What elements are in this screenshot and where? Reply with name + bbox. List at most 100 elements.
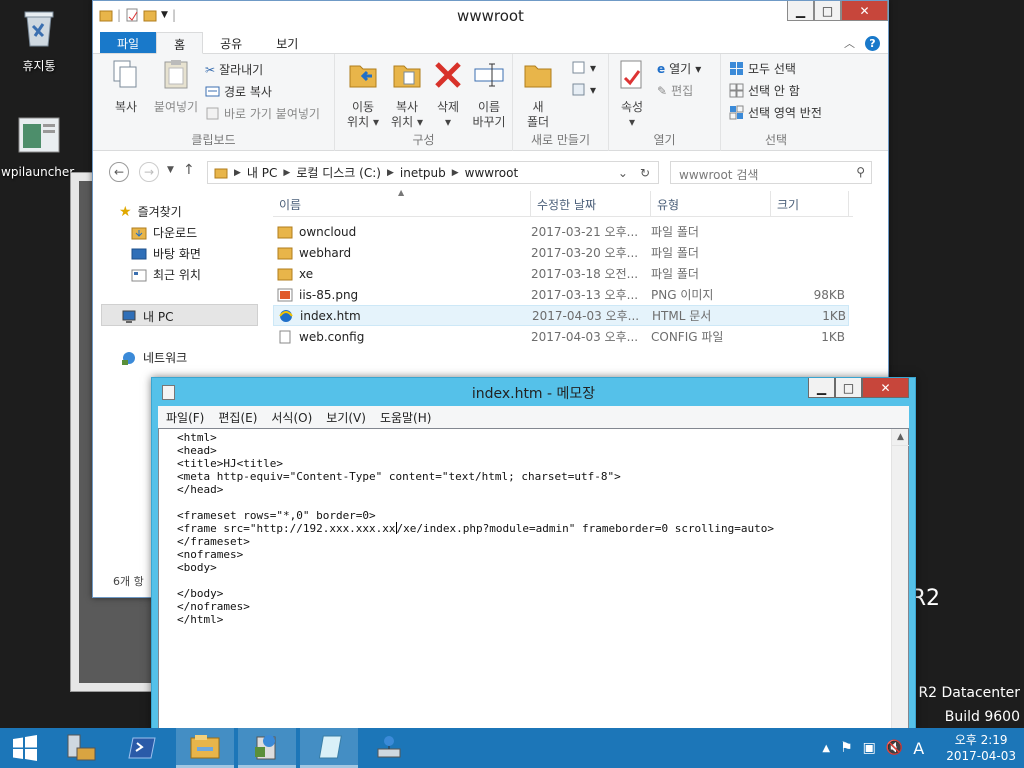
copy-button[interactable]: 복사 <box>103 58 149 115</box>
start-button[interactable] <box>0 728 50 768</box>
taskbar: ▲ ⚑ ▣ 🔇 A 오후 2:19 2017-04-03 <box>0 728 1024 768</box>
table-row[interactable]: owncloud 2017-03-21 오후... 파일 폴더 <box>273 221 849 242</box>
menu-file[interactable]: 파일(F) <box>166 409 204 425</box>
group-label: 열기 <box>653 133 676 147</box>
file-date: 2017-03-13 오후... <box>531 288 639 302</box>
taskbar-notepad[interactable] <box>300 728 358 768</box>
menu-help[interactable]: 도움말(H) <box>380 409 432 425</box>
breadcrumb-wwwroot[interactable]: wwwroot <box>465 166 519 180</box>
file-type: CONFIG 파일 <box>651 330 724 344</box>
taskbar-network-app[interactable] <box>360 728 418 768</box>
menu-view[interactable]: 보기(V) <box>326 409 366 425</box>
select-none-button[interactable]: 선택 안 함 <box>729 82 800 99</box>
forward-button[interactable]: → <box>139 162 159 182</box>
copy-path-button[interactable]: 경로 복사 <box>205 83 272 100</box>
open-button[interactable]: e 열기 ▾ <box>657 60 701 77</box>
column-name[interactable]: 이름 ▲ <box>273 188 531 216</box>
breadcrumb-local-disk[interactable]: 로컬 디스크 (C:) <box>296 164 381 181</box>
system-tray: ▲ ⚑ ▣ 🔇 A 오후 2:19 2017-04-03 <box>822 728 1024 768</box>
invert-selection-button[interactable]: 선택 영역 반전 <box>729 104 822 121</box>
paste-shortcut-button[interactable]: 바로 가기 붙여넣기 <box>205 105 320 122</box>
tab-share[interactable]: 공유 <box>203 32 259 53</box>
delete-button[interactable]: 삭제 ▾ <box>431 58 465 130</box>
select-all-icon <box>730 62 743 75</box>
explorer-title-bar[interactable]: | ▼ | wwwroot ▁ □ ✕ <box>93 1 888 32</box>
file-name: xe <box>299 266 314 281</box>
recent-locations-button[interactable]: ▼ <box>167 165 174 175</box>
table-row[interactable]: web.config 2017-04-03 오후... CONFIG 파일 1KB <box>273 326 849 347</box>
nav-downloads[interactable]: 다운로드 <box>131 224 197 241</box>
recycle-bin-icon <box>24 11 54 47</box>
chevron-down-icon[interactable]: ⌄ <box>618 166 628 180</box>
up-button[interactable]: ↑ <box>183 162 195 178</box>
collapse-ribbon-icon[interactable]: ︿ <box>844 35 855 51</box>
taskbar-powershell[interactable] <box>114 728 172 768</box>
ime-indicator[interactable]: A <box>913 739 924 758</box>
maximize-button[interactable]: □ <box>835 378 862 398</box>
maximize-button[interactable]: □ <box>814 1 841 21</box>
notepad-title-bar[interactable]: index.htm - 메모장 ▁ □ ✕ <box>152 378 915 406</box>
scissors-icon: ✂ <box>205 62 216 77</box>
notepad-text-area[interactable]: <html> <head> <title>HJ<title> <meta htt… <box>158 428 909 729</box>
help-icon[interactable]: ? <box>865 35 880 51</box>
nav-this-pc[interactable]: 내 PC <box>121 308 173 325</box>
desktop-icon-recycle-bin[interactable]: 휴지통 <box>0 6 78 74</box>
edit-button[interactable]: ✎ 편집 <box>657 82 693 99</box>
copy-to-button[interactable]: 복사 위치 ▾ <box>387 58 427 130</box>
close-button[interactable]: ✕ <box>862 378 909 398</box>
network-status-icon[interactable]: ▣ <box>863 740 876 756</box>
volume-muted-icon[interactable]: 🔇 <box>886 740 903 756</box>
move-to-button[interactable]: 이동 위치 ▾ <box>343 58 383 130</box>
table-row[interactable]: webhard 2017-03-20 오후... 파일 폴더 <box>273 242 849 263</box>
windows-logo-icon <box>13 735 37 761</box>
properties-button[interactable]: 속성 ▾ <box>615 58 649 130</box>
nav-network[interactable]: 네트워크 <box>121 349 187 366</box>
taskbar-server-manager[interactable] <box>52 728 110 768</box>
menu-format[interactable]: 서식(O) <box>271 409 312 425</box>
taskbar-file-explorer[interactable] <box>176 728 234 768</box>
back-button[interactable]: ← <box>109 162 129 182</box>
scroll-up-icon[interactable]: ▲ <box>892 429 909 446</box>
easy-access-icon <box>572 83 585 96</box>
tab-view[interactable]: 보기 <box>259 32 315 53</box>
group-label: 새로 만들기 <box>530 133 590 147</box>
taskbar-clock[interactable]: 오후 2:19 2017-04-03 <box>946 732 1016 764</box>
breadcrumb-inetpub[interactable]: inetpub <box>400 166 446 180</box>
tab-file[interactable]: 파일 <box>100 32 157 53</box>
folder-icon <box>277 268 293 280</box>
table-row[interactable]: index.htm 2017-04-03 오후... HTML 문서 1KB <box>273 305 849 326</box>
desktop-icon-wpilauncher[interactable]: wpilauncher. <box>0 114 78 179</box>
nav-favorites[interactable]: ★ 즐겨찾기 <box>119 203 182 220</box>
breadcrumb-this-pc[interactable]: 내 PC <box>247 164 277 181</box>
cut-button[interactable]: ✂ 잘라내기 <box>205 61 263 78</box>
tab-home[interactable]: 홈 <box>156 32 204 54</box>
minimize-button[interactable]: ▁ <box>808 378 835 398</box>
new-folder-button[interactable]: 새 폴더 <box>521 58 555 130</box>
search-icon[interactable]: ⚲ <box>856 165 865 179</box>
tray-overflow-icon[interactable]: ▲ <box>822 743 830 754</box>
column-size[interactable]: 크기 <box>771 191 849 216</box>
paste-button[interactable]: 붙여넣기 <box>149 58 203 115</box>
new-item-button[interactable]: ▾ <box>571 60 596 75</box>
file-name: webhard <box>299 245 352 260</box>
action-center-flag-icon[interactable]: ⚑ <box>840 740 853 756</box>
column-type[interactable]: 유형 <box>651 191 771 216</box>
rename-button[interactable]: 이름 바꾸기 <box>467 58 511 130</box>
address-bar[interactable]: ▶ 내 PC ▶ 로컬 디스크 (C:) ▶ inetpub ▶ wwwroot… <box>207 161 659 184</box>
vertical-scrollbar[interactable]: ▲ <box>891 429 909 728</box>
table-row[interactable]: iis-85.png 2017-03-13 오후... PNG 이미지 98KB <box>273 284 849 305</box>
column-date[interactable]: 수정한 날짜 <box>531 191 651 216</box>
nav-recent[interactable]: 최근 위치 <box>131 266 201 283</box>
nav-desktop[interactable]: 바탕 화면 <box>131 245 201 262</box>
recent-places-icon <box>131 269 147 281</box>
close-button[interactable]: ✕ <box>841 1 888 21</box>
easy-access-button[interactable]: ▾ <box>571 82 596 97</box>
search-input[interactable]: wwwroot 검색 ⚲ <box>670 161 872 184</box>
minimize-button[interactable]: ▁ <box>787 1 814 21</box>
menu-edit[interactable]: 편집(E) <box>218 409 257 425</box>
refresh-icon[interactable]: ↻ <box>640 166 650 180</box>
taskbar-iis-manager[interactable] <box>238 728 296 768</box>
table-row[interactable]: xe 2017-03-18 오전... 파일 폴더 <box>273 263 849 284</box>
select-all-button[interactable]: 모두 선택 <box>729 60 796 77</box>
image-icon <box>277 288 293 301</box>
